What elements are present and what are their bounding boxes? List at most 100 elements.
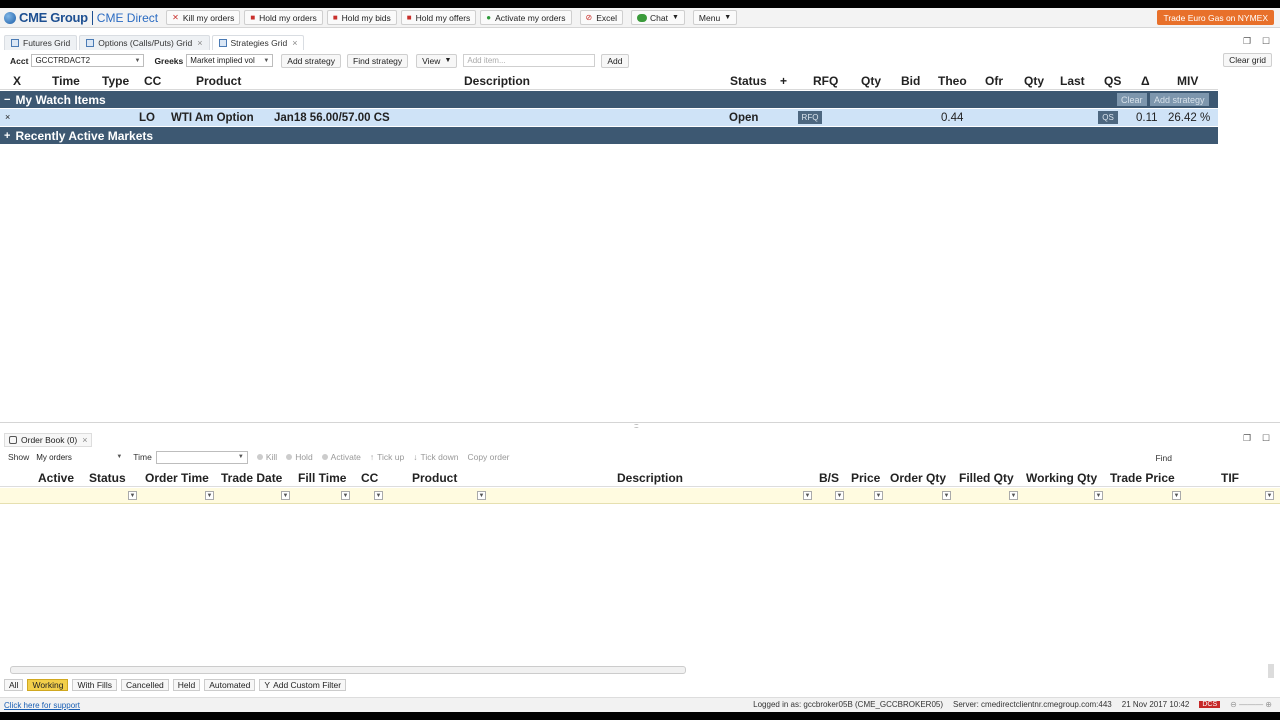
col-working-qty[interactable]: Working Qty [1026, 471, 1097, 485]
col-bs[interactable]: B/S [819, 471, 839, 485]
activate-button[interactable]: Activate [321, 452, 361, 462]
filter-icon[interactable]: ▼ [128, 491, 137, 500]
expand-toggle[interactable]: + [4, 130, 10, 142]
chat-button[interactable]: Chat ▼ [631, 10, 685, 25]
col-bid[interactable]: Bid [901, 74, 920, 88]
col-description[interactable]: Description [617, 471, 683, 485]
restore-icon[interactable]: ❐ [1243, 36, 1251, 47]
tab-strategies-grid[interactable]: Strategies Grid × [211, 35, 305, 50]
filter-icon[interactable]: ▼ [1009, 491, 1018, 500]
filter-tab-cancelled[interactable]: Cancelled [120, 679, 169, 691]
watch-items-section[interactable]: − My Watch Items Clear Add strategy [0, 91, 1218, 108]
col-type[interactable]: Type [102, 74, 129, 88]
filter-icon[interactable]: ▼ [942, 491, 951, 500]
filter-icon[interactable]: ▼ [1265, 491, 1274, 500]
collapse-toggle[interactable]: − [4, 94, 10, 106]
col-rfq[interactable]: RFQ [813, 74, 838, 88]
close-icon[interactable]: × [82, 435, 87, 445]
pane-splitter[interactable] [0, 422, 1280, 426]
col-qty-ofr[interactable]: Qty [1024, 74, 1044, 88]
copy-order-button[interactable]: Copy order [467, 452, 509, 462]
tab-options-grid[interactable]: Options (Calls/Puts) Grid × [79, 35, 210, 50]
excel-button[interactable]: ⊘ Excel [579, 10, 624, 25]
kill-button[interactable]: Kill [256, 452, 277, 462]
activate-orders-button[interactable]: ● Activate my orders [480, 10, 572, 25]
col-fill-time[interactable]: Fill Time [298, 471, 346, 485]
col-trade-date[interactable]: Trade Date [221, 471, 282, 485]
close-icon[interactable]: × [292, 38, 297, 48]
col-status[interactable]: Status [89, 471, 126, 485]
col-price[interactable]: Price [851, 471, 880, 485]
col-last[interactable]: Last [1060, 74, 1085, 88]
hold-button[interactable]: Hold [286, 452, 313, 462]
vertical-scrollbar[interactable] [1268, 664, 1274, 678]
show-select[interactable]: My orders ▼ [33, 451, 125, 464]
col-qs[interactable]: QS [1104, 74, 1121, 88]
zoom-slider[interactable]: ⊖ ——— ⊕ [1230, 700, 1272, 709]
filter-icon[interactable]: ▼ [874, 491, 883, 500]
filter-icon[interactable]: ▼ [281, 491, 290, 500]
order-book-tab[interactable]: Order Book (0) × [4, 433, 93, 447]
add-custom-filter-button[interactable]: Y Add Custom Filter [259, 679, 347, 691]
add-button[interactable]: Add [601, 53, 629, 68]
hold-bids-button[interactable]: ■ Hold my bids [326, 10, 397, 25]
maximize-icon[interactable]: ☐ [1262, 36, 1270, 47]
view-button[interactable]: View ▼ [416, 53, 458, 68]
col-active[interactable]: Active [38, 471, 74, 485]
drag-grip-icon[interactable]: :::: [634, 423, 639, 430]
time-select[interactable]: ▼ [155, 450, 248, 464]
support-link[interactable]: Click here for support [4, 701, 80, 710]
filter-icon[interactable]: ▼ [477, 491, 486, 500]
hold-orders-button[interactable]: ■ Hold my orders [244, 10, 323, 25]
menu-button[interactable]: Menu ▼ [692, 10, 738, 25]
col-delta[interactable]: Δ [1141, 74, 1150, 88]
filter-tab-with-fills[interactable]: With Fills [72, 679, 117, 691]
greeks-select[interactable]: Market implied vol ▼ [186, 54, 274, 67]
col-ofr[interactable]: Ofr [985, 74, 1003, 88]
acct-select[interactable]: GCCTRDACT2 ▼ [31, 54, 145, 67]
recent-markets-section[interactable]: + Recently Active Markets [0, 127, 1218, 144]
col-description[interactable]: Description [464, 74, 530, 88]
col-product[interactable]: Product [412, 471, 457, 485]
restore-icon[interactable]: ❐ [1243, 433, 1251, 444]
col-time[interactable]: Time [52, 74, 80, 88]
kill-orders-button[interactable]: ✕ Kill my orders [166, 10, 241, 25]
col-order-qty[interactable]: Order Qty [890, 471, 946, 485]
col-miv[interactable]: MIV [1177, 74, 1198, 88]
find-input[interactable] [1176, 450, 1274, 463]
filter-icon[interactable]: ▼ [341, 491, 350, 500]
col-x[interactable]: X [13, 74, 21, 88]
col-filled-qty[interactable]: Filled Qty [959, 471, 1014, 485]
col-trade-price[interactable]: Trade Price [1110, 471, 1175, 485]
promo-banner[interactable]: Trade Euro Gas on NYMEX [1157, 10, 1274, 25]
close-icon[interactable]: × [197, 38, 202, 48]
filter-icon[interactable]: ▼ [1172, 491, 1181, 500]
col-qty-bid[interactable]: Qty [861, 74, 881, 88]
qs-button[interactable]: QS [1098, 111, 1118, 124]
filter-icon[interactable]: ▼ [1094, 491, 1103, 500]
col-product[interactable]: Product [196, 74, 241, 88]
add-strategy-button[interactable]: Add strategy [281, 53, 342, 68]
col-plus[interactable]: + [780, 74, 787, 88]
filter-icon[interactable]: ▼ [374, 491, 383, 500]
clear-watch-button[interactable]: Clear [1117, 93, 1147, 106]
find-strategy-button[interactable]: Find strategy [347, 53, 409, 68]
col-tif[interactable]: TIF [1221, 471, 1239, 485]
col-order-time[interactable]: Order Time [145, 471, 209, 485]
col-cc[interactable]: CC [361, 471, 378, 485]
horizontal-scrollbar[interactable] [10, 666, 686, 674]
filter-tab-working[interactable]: Working [27, 679, 69, 691]
filter-icon[interactable]: ▼ [835, 491, 844, 500]
remove-row-icon[interactable]: × [5, 112, 10, 122]
tick-down-button[interactable]: ↓ Tick down [413, 452, 458, 462]
add-item-input[interactable]: Add item... [463, 54, 596, 67]
filter-icon[interactable]: ▼ [803, 491, 812, 500]
filter-tab-automated[interactable]: Automated [204, 679, 256, 691]
maximize-icon[interactable]: ☐ [1262, 433, 1270, 444]
section-add-strategy-button[interactable]: Add strategy [1150, 93, 1209, 106]
col-cc[interactable]: CC [144, 74, 161, 88]
filter-tab-held[interactable]: Held [172, 679, 201, 691]
tab-futures-grid[interactable]: Futures Grid [4, 35, 78, 50]
col-theo[interactable]: Theo [938, 74, 967, 88]
tick-up-button[interactable]: ↑ Tick up [370, 452, 404, 462]
